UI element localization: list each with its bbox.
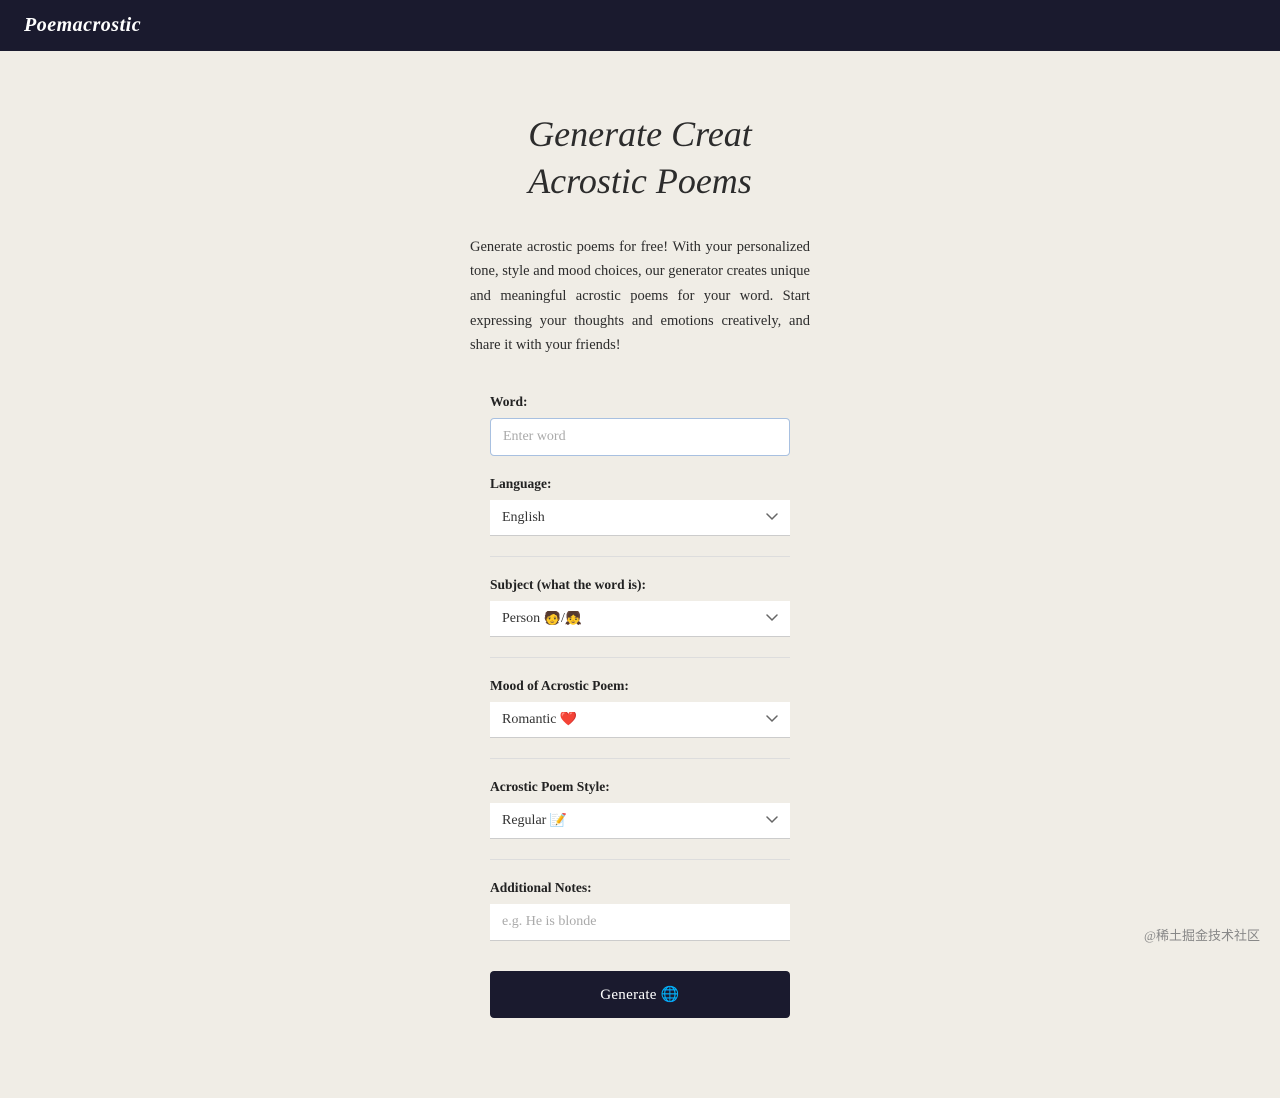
- language-select[interactable]: English Chinese Spanish French: [490, 500, 790, 536]
- page-heading: Generate Creat Acrostic Poems: [528, 111, 752, 205]
- main-content: Generate Creat Acrostic Poems Generate a…: [0, 51, 1280, 1098]
- mood-select[interactable]: Romantic ❤️ Happy 😊 Sad 😢 Inspirational …: [490, 702, 790, 738]
- word-input[interactable]: [490, 418, 790, 456]
- style-select[interactable]: Regular 📝 Complex 📚 Simple 🌱: [490, 803, 790, 839]
- divider-3: [490, 758, 790, 759]
- page-description: Generate acrostic poems for free! With y…: [470, 235, 810, 358]
- style-label: Acrostic Poem Style:: [490, 779, 790, 795]
- subject-label: Subject (what the word is):: [490, 577, 790, 593]
- footer-credit: @稀土掘金技术社区: [1144, 925, 1260, 944]
- language-group: Language: English Chinese Spanish French: [490, 476, 790, 536]
- notes-input[interactable]: [490, 904, 790, 941]
- generate-button[interactable]: Generate 🌐: [490, 971, 790, 1018]
- mood-label: Mood of Acrostic Poem:: [490, 678, 790, 694]
- language-label: Language:: [490, 476, 790, 492]
- notes-group: Additional Notes:: [490, 880, 790, 941]
- poem-form: Word: Language: English Chinese Spanish …: [490, 394, 790, 1018]
- style-group: Acrostic Poem Style: Regular 📝 Complex 📚…: [490, 779, 790, 839]
- subject-select[interactable]: Person 🧑/👧 Place 🌍 Thing 🌟 Animal 🐾: [490, 601, 790, 637]
- word-label: Word:: [490, 394, 790, 410]
- divider-2: [490, 657, 790, 658]
- divider-1: [490, 556, 790, 557]
- header: Poemacrostic: [0, 0, 1280, 51]
- divider-4: [490, 859, 790, 860]
- word-group: Word:: [490, 394, 790, 456]
- app-title: Poemacrostic: [24, 14, 141, 37]
- notes-label: Additional Notes:: [490, 880, 790, 896]
- mood-group: Mood of Acrostic Poem: Romantic ❤️ Happy…: [490, 678, 790, 738]
- subject-group: Subject (what the word is): Person 🧑/👧 P…: [490, 577, 790, 637]
